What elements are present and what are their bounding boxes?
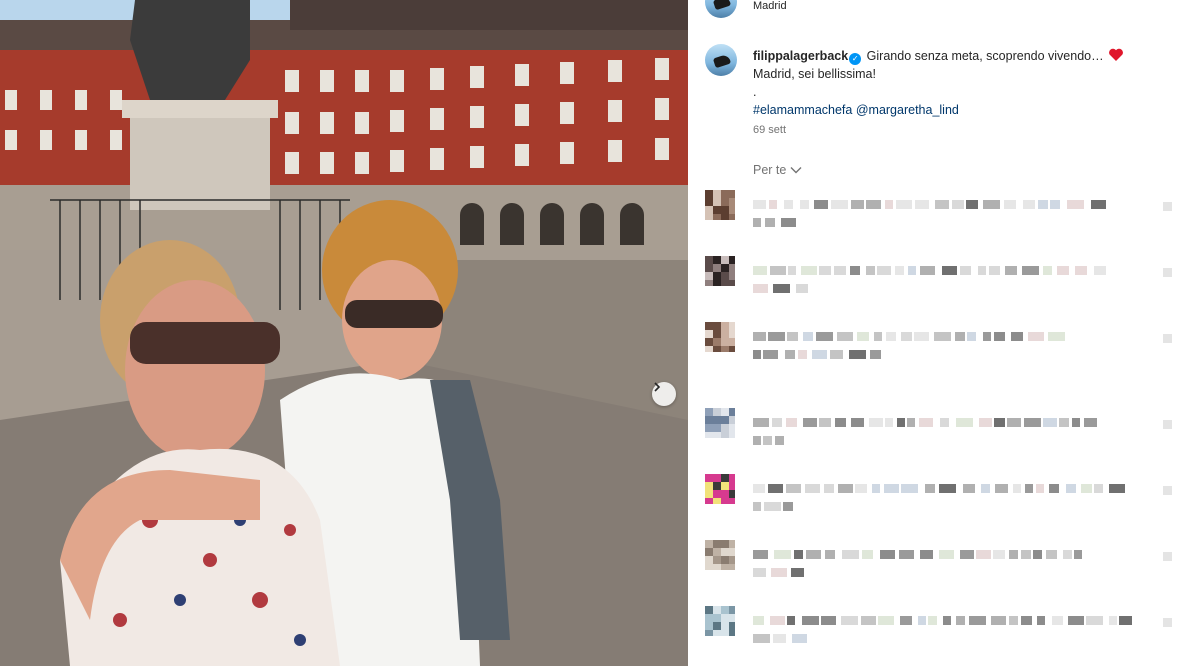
chevron-right-icon	[654, 382, 661, 392]
verified-badge-icon: ✓	[849, 53, 862, 65]
comment-avatar[interactable]	[705, 606, 735, 636]
comment-avatar[interactable]	[705, 540, 735, 570]
comment-item	[705, 606, 1175, 656]
comment-item	[705, 474, 1175, 524]
comment-avatar[interactable]	[705, 474, 735, 504]
comment-avatar[interactable]	[705, 190, 735, 220]
location-text: Madrid	[753, 0, 787, 12]
hashtag-link[interactable]: #elamammachefa	[753, 103, 852, 117]
comment-like-icon[interactable]	[1163, 618, 1172, 627]
next-photo-button[interactable]	[652, 382, 676, 406]
comment-item	[705, 540, 1175, 590]
author-username[interactable]: filippalagerback	[753, 49, 848, 63]
post-media[interactable]	[0, 0, 688, 666]
filter-label: Per te	[753, 163, 787, 177]
comment-item	[705, 256, 1175, 306]
comment-like-icon[interactable]	[1163, 552, 1172, 561]
caption-dot: .	[753, 85, 757, 99]
comment-like-icon[interactable]	[1163, 202, 1172, 211]
comment-like-icon[interactable]	[1163, 420, 1172, 429]
mention-link[interactable]: @margaretha_lind	[856, 103, 959, 117]
comment-avatar[interactable]	[705, 408, 735, 438]
comment-avatar[interactable]	[705, 322, 735, 352]
red-heart-icon	[1108, 48, 1123, 61]
previous-comment-row: Madrid	[705, 0, 1125, 18]
comment-filter-dropdown[interactable]: Per te	[753, 163, 802, 177]
author-avatar[interactable]	[705, 44, 737, 76]
comment-item	[705, 408, 1175, 458]
comment-avatar[interactable]	[705, 256, 735, 286]
chevron-down-icon	[790, 167, 802, 174]
caption-line-1: Girando senza meta, scoprendo vivendo…	[866, 49, 1104, 63]
post-timestamp[interactable]: 69 sett	[753, 124, 786, 136]
comment-like-icon[interactable]	[1163, 334, 1172, 343]
comment-like-icon[interactable]	[1163, 268, 1172, 277]
comment-item	[705, 190, 1175, 240]
comment-item	[705, 322, 1175, 372]
comment-like-icon[interactable]	[1163, 486, 1172, 495]
post-side-panel: Madrid filippalagerback ✓ Girando senza m…	[688, 0, 1184, 666]
post-photo	[0, 0, 688, 666]
avatar[interactable]	[705, 0, 737, 18]
caption-line-2: Madrid, sei bellissima!	[753, 67, 876, 81]
